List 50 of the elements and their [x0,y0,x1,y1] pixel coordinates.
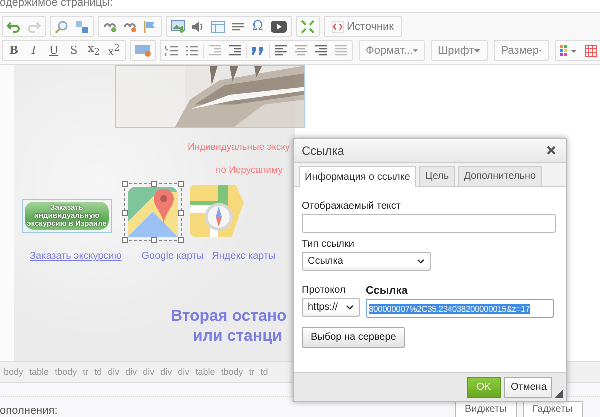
heading-text: Вторая остано [171,307,288,327]
format-button[interactable]: x$_{2}$ [84,42,104,60]
dialog-tab[interactable]: Информация о ссылке [299,166,416,187]
order-tour-link[interactable]: Заказать экскурсию [30,251,122,262]
element-path-item[interactable]: div [143,367,155,377]
element-path-item[interactable]: td [94,367,102,377]
dialog-tab[interactable]: Дополнительно [458,166,542,186]
field-label: Протокол [302,285,347,296]
field-label: Ссылка [366,285,409,297]
format-button[interactable]: x$^{2}$ [104,42,124,60]
toolbar-dropdown[interactable]: Шрифт [431,40,488,61]
toolbar-dropdown[interactable]: Размер [494,40,550,61]
element-path-item[interactable]: table [196,367,216,377]
element-path-item[interactable]: body [4,367,24,377]
element-path-item[interactable]: tbody [55,367,78,377]
ok-button[interactable]: OK [467,376,501,398]
cancel-button[interactable]: Отмена [504,376,552,398]
subtitle-text: по Иерусапиму [216,165,284,176]
element-path-item[interactable]: table [30,367,50,377]
browse-server-button[interactable]: Выбор на сервере [302,327,406,348]
page-label: одержимое страницы: [0,0,114,11]
source-button[interactable]: Источник [326,18,400,36]
element-path-item[interactable]: div [108,367,120,377]
element-path-item[interactable]: td [260,367,268,377]
google-maps-link[interactable]: Google карты [142,251,204,262]
heading-text: или станци [193,327,284,347]
special-character-button[interactable]: Ω [248,18,268,36]
format-button[interactable]: S [64,42,84,60]
tab-button[interactable]: Гаджеты [522,401,583,417]
tab-button[interactable]: Виджеты [455,401,517,417]
link-type-select[interactable]: Ссылка [302,252,431,271]
element-path-item[interactable]: tbody [221,367,244,377]
subtitle-text: Индивидуальные экску [188,142,292,153]
field-label: ополнения: [0,405,58,417]
protocol-select[interactable]: https:// [302,298,360,317]
yandex-maps-link[interactable]: Яндекс карты [212,251,276,262]
field-label: Отображаемый текст [302,201,401,212]
element-path-item[interactable]: tr [249,367,255,377]
dialog-title: Ссылка [302,144,344,158]
element-path-item[interactable]: div [126,367,138,377]
field-label: Тип ссылки [302,239,354,250]
format-button[interactable]: I [24,42,44,60]
format-button[interactable]: U [44,42,64,60]
format-button[interactable]: B [4,42,24,60]
element-path-item[interactable]: div [178,367,190,377]
url-field[interactable]: 800000007%2C35.234038200000015&z=17 [366,299,554,318]
element-path-item[interactable]: div [160,367,172,377]
element-path-item[interactable]: tr [83,367,89,377]
dialog-tab[interactable]: Цель [419,166,456,186]
toolbar-dropdown[interactable]: Формат... [359,40,425,61]
